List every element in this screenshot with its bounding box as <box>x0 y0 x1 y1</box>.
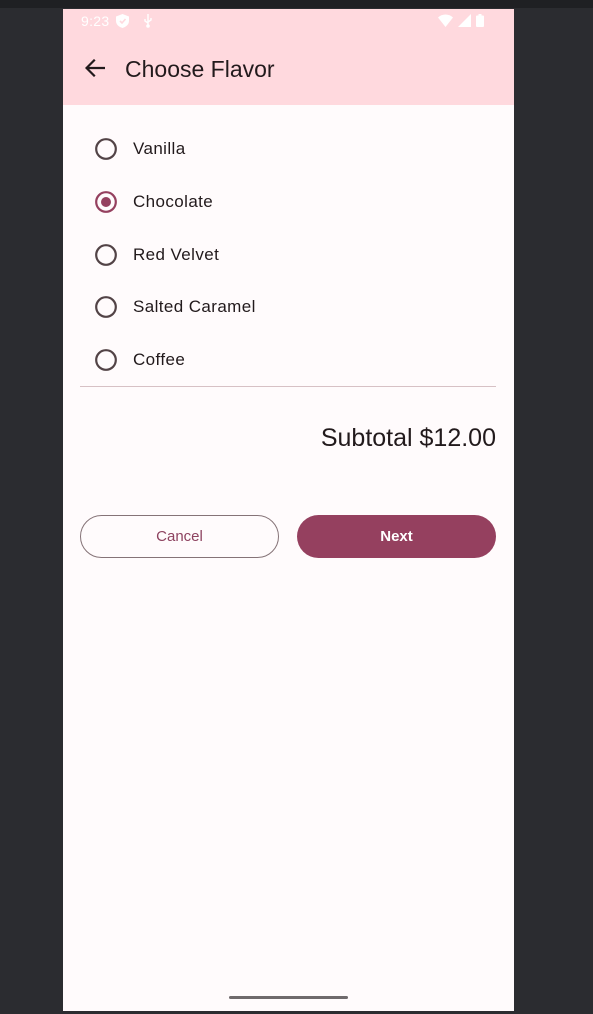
cancel-button[interactable]: Cancel <box>80 515 279 558</box>
gesture-nav-handle[interactable] <box>229 996 348 999</box>
subtotal-text: Subtotal $12.00 <box>320 424 496 452</box>
flavor-option-label: Vanilla <box>133 139 186 158</box>
radio-unselected-icon[interactable] <box>95 244 117 266</box>
flavor-option-label: Coffee <box>133 350 186 369</box>
signal-icon <box>458 14 471 27</box>
divider <box>80 386 496 387</box>
flavor-option-label: Salted Caramel <box>133 297 256 316</box>
phone-screen: 9:23 Choose Flavor Vanilla Chocolate Red… <box>63 9 514 1011</box>
status-time: 9:23 <box>81 13 110 29</box>
wifi-icon <box>438 14 453 27</box>
status-bar: 9:23 <box>63 9 514 34</box>
flavor-option-chocolate[interactable]: Chocolate <box>80 182 480 222</box>
radio-unselected-icon[interactable] <box>95 138 117 160</box>
flavor-option-label: Red Velvet <box>133 245 220 264</box>
arrow-back-icon <box>84 58 106 82</box>
next-button[interactable]: Next <box>297 515 496 558</box>
flavor-option-coffee[interactable]: Coffee <box>80 340 480 380</box>
usb-icon <box>143 14 153 28</box>
top-app-bar: Choose Flavor <box>63 34 514 105</box>
shield-icon <box>116 14 129 28</box>
flavor-option-red-velvet[interactable]: Red Velvet <box>80 235 480 275</box>
radio-unselected-icon[interactable] <box>95 296 117 318</box>
flavor-option-label: Chocolate <box>133 192 214 211</box>
battery-icon <box>476 14 484 27</box>
cancel-button-label: Cancel <box>156 528 203 545</box>
page-title: Choose Flavor <box>125 56 275 82</box>
radio-selected-icon[interactable] <box>95 191 117 213</box>
back-button[interactable] <box>75 54 115 86</box>
radio-unselected-icon[interactable] <box>95 349 117 371</box>
flavor-option-salted-caramel[interactable]: Salted Caramel <box>80 287 480 327</box>
next-button-label: Next <box>380 528 413 545</box>
flavor-option-vanilla[interactable]: Vanilla <box>80 129 480 169</box>
window-top-strip <box>0 0 593 8</box>
